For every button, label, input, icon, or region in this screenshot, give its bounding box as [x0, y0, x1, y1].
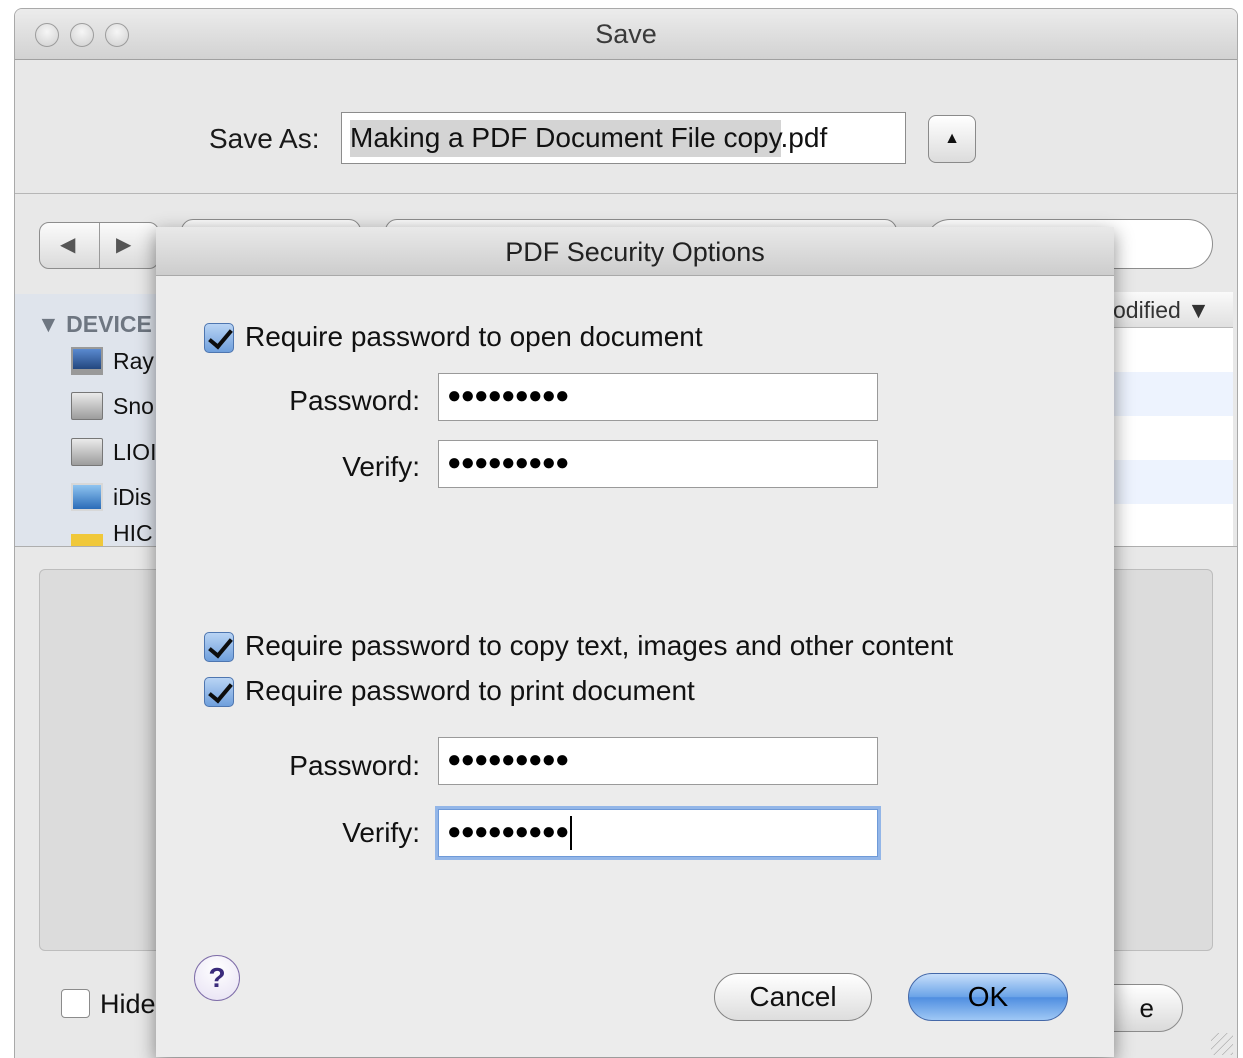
back-arrow-icon[interactable]: ◀: [60, 232, 75, 257]
sidebar-item-sno[interactable]: Sno: [71, 390, 154, 422]
require-open-password-checkbox[interactable]: [204, 323, 234, 353]
forward-arrow-icon[interactable]: ▶: [116, 232, 131, 257]
require-open-password-label[interactable]: Require password to open document: [245, 321, 703, 353]
sidebar-item-label: HIC: [113, 520, 153, 546]
ok-button[interactable]: OK: [908, 973, 1068, 1021]
resize-grip-icon[interactable]: [1211, 1033, 1233, 1055]
triangle-up-icon: ▲: [944, 130, 960, 147]
divider: [15, 193, 1237, 194]
imac-icon: [71, 347, 103, 375]
sidebar-item-lion[interactable]: LIOI: [71, 436, 156, 468]
cancel-button[interactable]: Cancel: [714, 973, 872, 1021]
segment-divider: [99, 223, 100, 268]
list-row[interactable]: [1111, 372, 1233, 416]
hide-extension-checkbox[interactable]: [61, 989, 90, 1018]
sheet-title: PDF Security Options: [156, 227, 1114, 276]
question-mark-icon: ?: [208, 962, 226, 993]
open-password-label: Password:: [289, 385, 420, 416]
sidebar-item-label: Sno: [113, 392, 154, 419]
hard-drive-icon: [71, 438, 103, 466]
save-as-label: Save As:: [209, 123, 320, 154]
permissions-verify-field[interactable]: ●●●●●●●●●: [438, 809, 878, 857]
window-title: Save: [595, 19, 657, 49]
open-password-field[interactable]: ●●●●●●●●●: [438, 373, 878, 421]
help-button[interactable]: ?: [194, 955, 240, 1001]
text-cursor: [570, 815, 573, 850]
sidebar-item-label: Ray: [113, 347, 154, 374]
open-verify-label: Verify:: [342, 451, 420, 482]
require-copy-password-checkbox[interactable]: [204, 632, 234, 662]
require-print-password-label[interactable]: Require password to print document: [245, 675, 695, 707]
title-bar: Save: [15, 9, 1237, 60]
expand-dialog-button[interactable]: ▲: [928, 115, 976, 163]
permissions-verify-value: ●●●●●●●●●: [447, 818, 569, 845]
require-copy-password-label[interactable]: Require password to copy text, images an…: [245, 630, 953, 662]
filename-selected-text: Making a PDF Document File copy: [350, 120, 781, 157]
filename-extension: .pdf: [780, 122, 828, 153]
sidebar-item-idisk[interactable]: iDis: [71, 481, 151, 513]
sidebar-item-hic[interactable]: HIC: [71, 520, 153, 546]
permissions-password-field[interactable]: ●●●●●●●●●: [438, 737, 878, 785]
sidebar-item-label: LIOI: [113, 438, 157, 465]
devices-section-label[interactable]: ▼ DEVICE: [37, 311, 152, 338]
folder-icon: [71, 534, 103, 546]
date-modified-column-header[interactable]: odified ▼: [1111, 292, 1233, 328]
filename-field[interactable]: Making a PDF Document File copy.pdf: [341, 112, 906, 164]
sidebar-item-label: iDis: [113, 483, 152, 510]
idisk-icon: [71, 483, 103, 511]
permissions-password-label: Password:: [289, 750, 420, 781]
back-forward-control[interactable]: ◀ ▶: [39, 222, 159, 269]
permissions-verify-label: Verify:: [342, 817, 420, 848]
list-row[interactable]: [1111, 460, 1233, 504]
require-print-password-checkbox[interactable]: [204, 677, 234, 707]
sidebar-item-ray[interactable]: Ray: [71, 345, 154, 377]
open-verify-field[interactable]: ●●●●●●●●●: [438, 440, 878, 488]
hide-extension-label: Hide: [100, 989, 156, 1019]
hard-drive-icon: [71, 392, 103, 420]
pdf-security-options-sheet: PDF Security Options Require password to…: [156, 227, 1114, 1057]
file-list[interactable]: [1111, 328, 1233, 546]
